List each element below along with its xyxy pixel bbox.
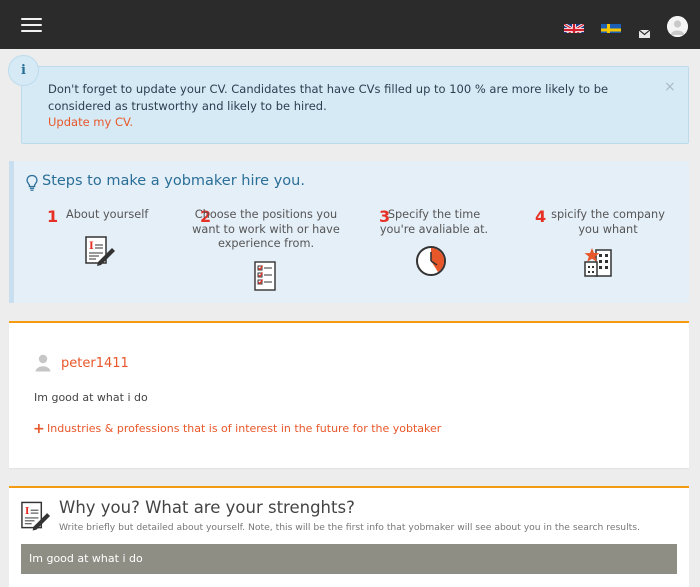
alert-close-button[interactable]: × bbox=[664, 79, 676, 95]
cv-document-icon: I bbox=[84, 235, 116, 271]
lightbulb-icon bbox=[25, 174, 39, 192]
steps-panel: Steps to make a yobmaker hire you. 1 Abo… bbox=[9, 161, 689, 303]
uk-flag-icon[interactable] bbox=[564, 21, 584, 33]
update-cv-alert: Don't forget to update your CV. Candidat… bbox=[21, 66, 689, 144]
cv-document-icon: I bbox=[20, 500, 51, 532]
hamburger-menu-icon[interactable] bbox=[21, 17, 42, 32]
industries-toggle[interactable]: + Industries & professions that is of int… bbox=[33, 421, 442, 437]
clock-icon bbox=[415, 245, 447, 281]
step-4-number: 4 bbox=[535, 207, 547, 226]
profile-bio: Im good at what i do bbox=[34, 391, 148, 404]
checklist-icon bbox=[254, 261, 276, 295]
user-silhouette-icon bbox=[35, 354, 51, 372]
step-1-number: 1 bbox=[47, 207, 59, 226]
update-cv-link[interactable]: Update my CV. bbox=[48, 115, 133, 129]
top-navigation-bar bbox=[0, 0, 700, 49]
why-you-subtitle: Write briefly but detailed about yoursel… bbox=[59, 522, 640, 533]
why-you-title: Why you? What are your strenghts? bbox=[59, 498, 355, 517]
step-3-label: Specify the time you're avaliable at. bbox=[379, 208, 489, 236]
steps-title: Steps to make a yobmaker hire you. bbox=[42, 173, 305, 189]
envelope-icon[interactable] bbox=[638, 23, 651, 38]
info-icon: i bbox=[8, 55, 39, 86]
step-2-label: Choose the positions you want to work wi… bbox=[192, 208, 340, 250]
company-building-icon bbox=[583, 247, 613, 281]
why-you-text-field[interactable]: Im good at what i do bbox=[21, 544, 677, 574]
svg-text:I: I bbox=[89, 241, 94, 252]
sweden-flag-icon[interactable] bbox=[601, 21, 621, 33]
profile-card: peter1411 Im good at what i do + Industri… bbox=[9, 321, 689, 468]
profile-username-link[interactable]: peter1411 bbox=[61, 356, 129, 371]
user-avatar-icon[interactable] bbox=[667, 16, 688, 37]
svg-text:I: I bbox=[25, 506, 30, 517]
why-you-card: I Why you? What are your strenghts? Writ… bbox=[9, 486, 689, 587]
plus-icon: + bbox=[33, 421, 45, 437]
step-4-label: spicify the company you whant bbox=[551, 208, 665, 236]
alert-message: Don't forget to update your CV. Candidat… bbox=[48, 82, 609, 113]
step-1-label: About yourself bbox=[66, 208, 149, 221]
industries-label: Industries & professions that is of inte… bbox=[47, 422, 442, 435]
